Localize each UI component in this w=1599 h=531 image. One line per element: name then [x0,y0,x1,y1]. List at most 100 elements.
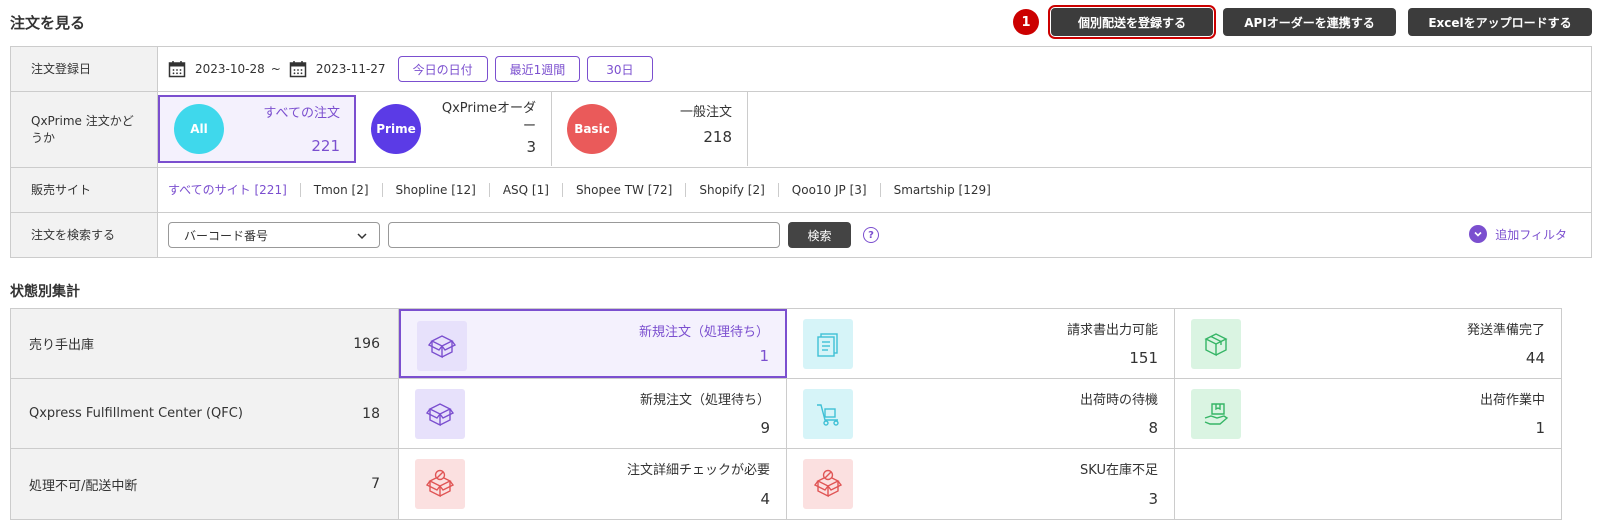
site-link[interactable]: ASQ [1] [490,183,563,197]
status-cell-value: 4 [760,490,770,508]
prime-filter-row: QxPrime 注文かどうか All すべての注文 221 Prime QxPr… [11,92,1591,168]
search-type-value: バーコード番号 [184,228,269,243]
status-cell-value: 1 [759,347,769,365]
status-cell-waiting-shipment[interactable]: 出荷時の待機 8 [787,379,1175,448]
prime-card-label: QxPrimeオーダー [441,101,536,134]
all-circle-icon: All [174,104,224,154]
search-input[interactable] [388,222,780,248]
package-ready-icon [1191,319,1241,369]
status-cell-label: 新規注文（処理待ち） [639,393,770,408]
calendar-icon[interactable] [168,60,186,78]
prime-card-count: 218 [703,128,732,146]
date-separator: ~ [270,62,281,76]
status-group-count: 196 [353,335,380,352]
status-row: 処理不可/配送中断 7 注文詳細チェックが必要 4 SKU在庫不足 3 [11,449,1561,519]
status-cell-value: 151 [1129,349,1158,367]
status-summary-title: 状態別集計 [10,284,80,300]
prime-card-basic[interactable]: Basic 一般注文 218 [552,92,748,166]
chevron-down-icon [357,233,367,240]
prime-card-label: すべての注文 [263,106,340,121]
prime-circle-icon: Prime [371,104,421,154]
thirty-days-button[interactable]: 30日 [587,56,653,82]
status-row: 売り手出庫 196 新規注文（処理待ち） 1 請求書出力可能 151 発送準備完… [11,309,1561,379]
basic-circle-icon: Basic [567,104,617,154]
status-cell-check-details[interactable]: 注文詳細チェックが必要 4 [399,449,787,519]
date-filter-body: 2023-10-28 ~ 2023-11-27 今日の日付 最近1週間 30日 [158,47,1591,91]
search-filter-body: バーコード番号 検索 ? 追加フィルタ [158,213,1591,257]
today-button[interactable]: 今日の日付 [397,56,488,82]
site-link[interactable]: Shopee TW [72] [563,183,687,197]
status-cell-value: 8 [1148,419,1158,437]
status-group-name: Qxpress Fulfillment Center (QFC) [29,406,243,421]
status-cell-ready-to-ship[interactable]: 発送準備完了 44 [1175,309,1561,378]
invoice-icon [803,319,853,369]
help-icon[interactable]: ? [863,227,879,243]
site-filter-row: 販売サイト すべてのサイト [221] Tmon [2] Shopline [1… [11,168,1591,213]
status-cell-label: 注文詳細チェックが必要 [626,463,770,478]
status-cell-label: SKU在庫不足 [1080,463,1158,478]
status-cell-shipping-in-progress[interactable]: 出荷作業中 1 [1175,379,1561,448]
date-from[interactable]: 2023-10-28 [195,62,265,76]
prime-filter-label: QxPrime 注文かどうか [11,92,158,167]
status-cell-label: 出荷作業中 [1479,393,1545,408]
site-link-all[interactable]: すべてのサイト [221] [168,183,301,197]
site-link[interactable]: Shopify [2] [686,183,779,197]
prime-card-all[interactable]: All すべての注文 221 [158,95,356,163]
date-filter-label: 注文登録日 [11,47,158,91]
prime-card-prime[interactable]: Prime QxPrimeオーダー 3 [356,92,552,166]
add-filter-toggle[interactable]: 追加フィルタ [1469,225,1567,243]
upload-excel-button[interactable]: Excelをアップロードする [1408,8,1592,36]
status-summary-table: 売り手出庫 196 新規注文（処理待ち） 1 請求書出力可能 151 発送準備完… [10,308,1562,520]
filter-table: 注文登録日 2023-10-28 ~ 2023-11-27 今日の日付 最近1週… [10,46,1592,258]
prime-card-count: 3 [526,138,536,156]
status-group-blocked: 処理不可/配送中断 7 [11,449,399,519]
date-to[interactable]: 2023-11-27 [316,62,386,76]
link-api-order-button[interactable]: APIオーダーを連携する [1223,8,1396,36]
status-group-qfc: Qxpress Fulfillment Center (QFC) 18 [11,379,399,448]
status-cell-invoice[interactable]: 請求書出力可能 151 [787,309,1175,378]
box-icon [417,321,467,371]
status-cell-label: 出荷時の待機 [1079,393,1158,408]
search-type-select[interactable]: バーコード番号 [168,222,380,248]
site-link[interactable]: Qoo10 JP [3] [779,183,881,197]
status-cell-empty [1175,449,1561,519]
status-cell-qfc-new-order[interactable]: 新規注文（処理待ち） 9 [399,379,787,448]
status-row: Qxpress Fulfillment Center (QFC) 18 新規注文… [11,379,1561,449]
cart-icon [803,389,853,439]
search-button[interactable]: 検索 [788,222,851,248]
box-icon [415,389,465,439]
status-cell-value: 44 [1525,349,1545,367]
blocked-box-icon [415,459,465,509]
status-cell-value: 1 [1535,419,1545,437]
status-cell-label: 請求書出力可能 [1066,323,1158,338]
status-group-name: 売り手出庫 [29,338,95,353]
status-cell-label: 発送準備完了 [1466,323,1545,338]
site-filter-body: すべてのサイト [221] Tmon [2] Shopline [12] ASQ… [158,168,1591,212]
last-week-button[interactable]: 最近1週間 [494,56,581,82]
status-cell-new-order[interactable]: 新規注文（処理待ち） 1 [399,309,787,378]
status-cell-label: 新規注文（処理待ち） [638,325,769,340]
prime-filter-body: All すべての注文 221 Prime QxPrimeオーダー 3 Basic… [158,92,1591,167]
chevron-down-circle-icon [1469,225,1488,243]
prime-card-count: 221 [311,137,340,155]
status-group-seller: 売り手出庫 196 [11,309,399,378]
date-filter-row: 注文登録日 2023-10-28 ~ 2023-11-27 今日の日付 最近1週… [11,47,1591,92]
search-filter-row: 注文を検索する バーコード番号 検索 ? 追加フィルタ [11,213,1591,257]
status-cell-value: 9 [760,419,770,437]
status-cell-sku-shortage[interactable]: SKU在庫不足 3 [787,449,1175,519]
status-cell-value: 3 [1148,490,1158,508]
calendar-icon[interactable] [289,60,307,78]
shipping-work-icon [1191,389,1241,439]
site-link[interactable]: Tmon [2] [301,183,383,197]
blocked-box-icon [803,459,853,509]
status-group-name: 処理不可/配送中断 [29,478,138,494]
site-link[interactable]: Shopline [12] [383,183,490,197]
site-filter-label: 販売サイト [11,168,158,212]
register-individual-delivery-button[interactable]: 個別配送を登録する [1048,5,1216,39]
step-number-badge: 1 [1013,9,1039,35]
status-group-count: 18 [362,405,380,422]
prime-card-label: 一般注文 [679,105,732,120]
page-title: 注文を見る [10,14,86,32]
status-group-count: 7 [371,476,380,492]
site-link[interactable]: Smartship [129] [881,183,1004,197]
